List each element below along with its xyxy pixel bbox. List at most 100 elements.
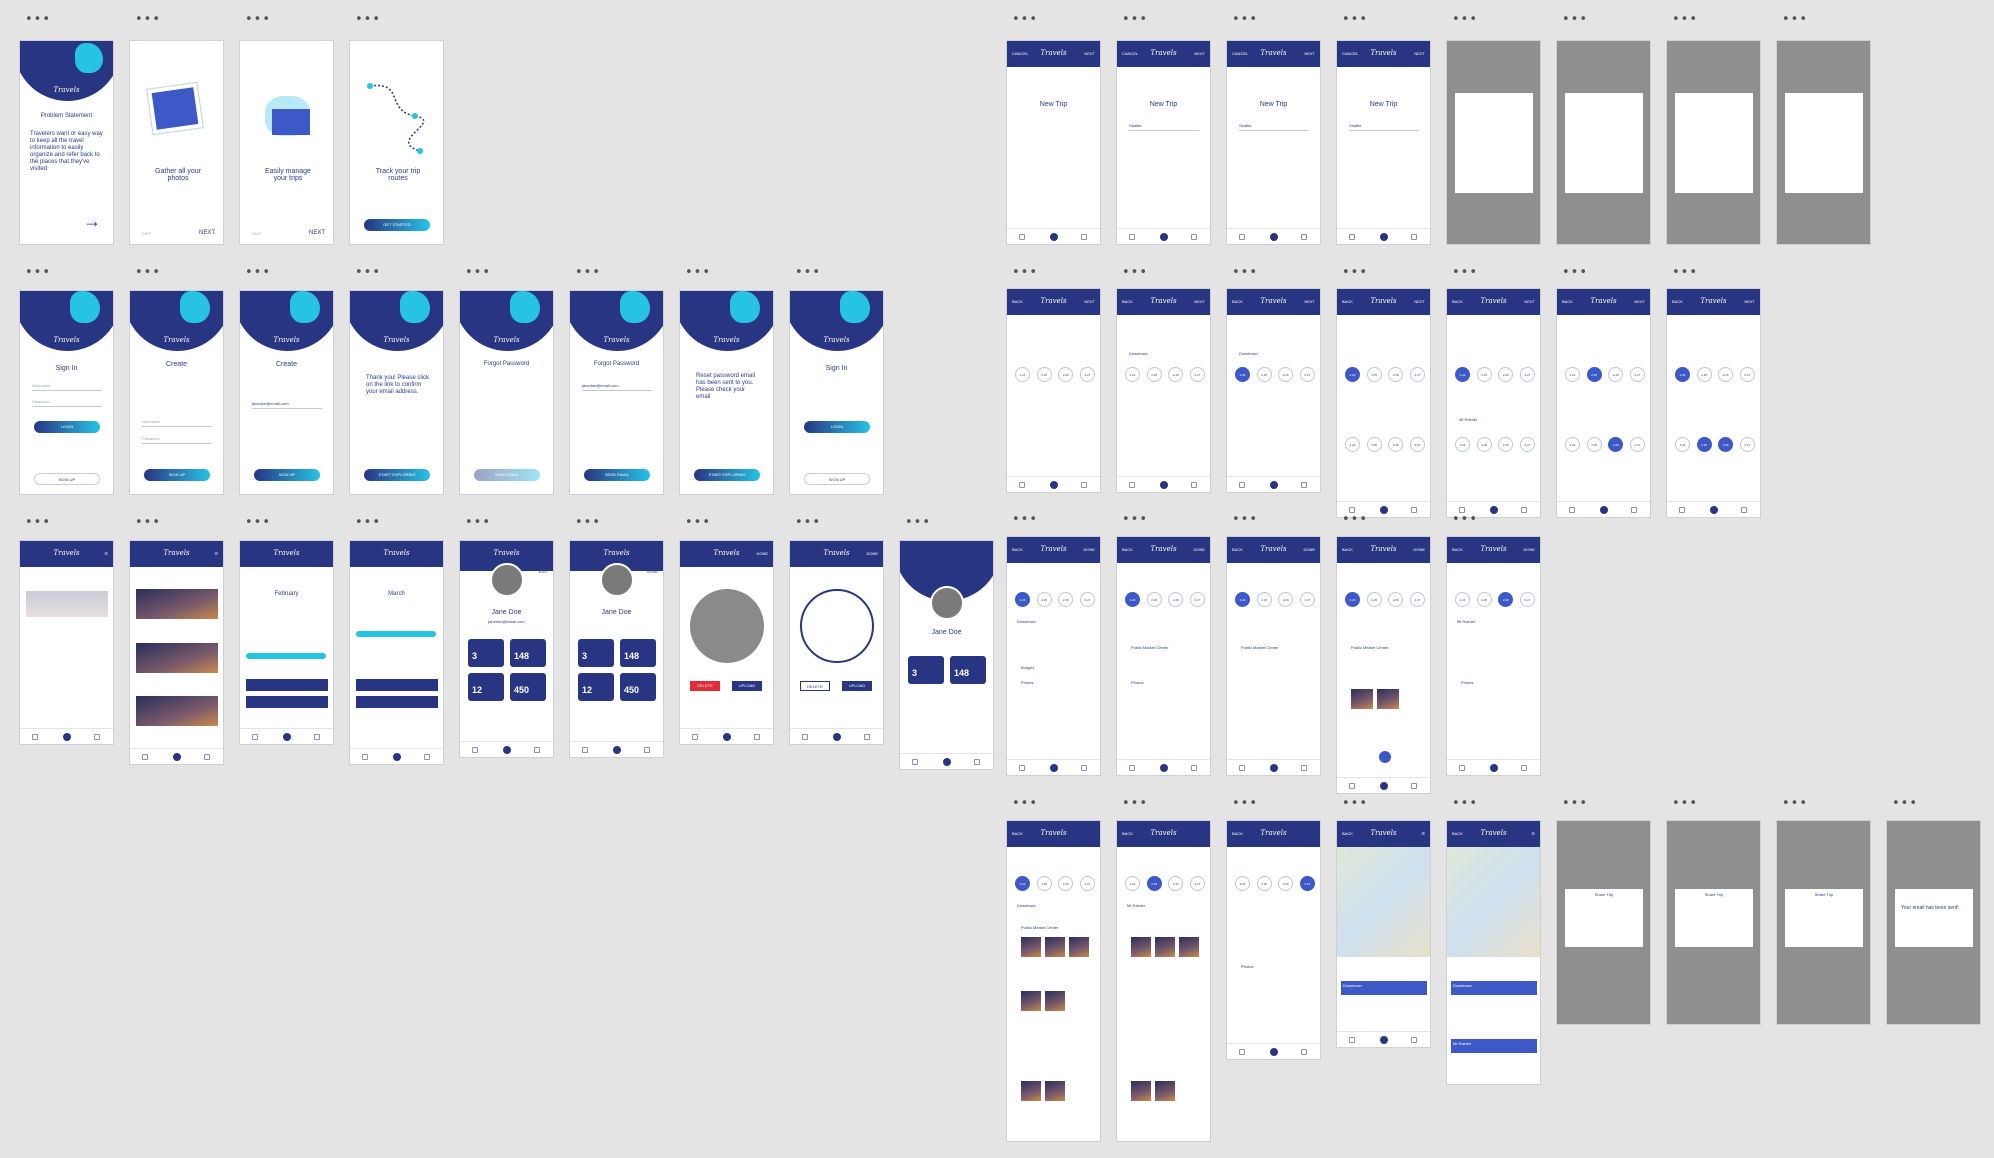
add-icon[interactable] <box>723 733 731 741</box>
artboard-menu-icon[interactable]: ••• <box>1562 796 1588 811</box>
profile-icon[interactable] <box>1521 765 1527 771</box>
destination-field[interactable]: Seattle <box>1239 123 1309 131</box>
profile-icon[interactable] <box>424 754 430 760</box>
artboard-menu-icon[interactable]: ••• <box>1672 12 1698 27</box>
day-chip[interactable]: 2.24 <box>1455 437 1470 452</box>
next-arrow-icon[interactable]: → <box>83 211 101 232</box>
home-icon[interactable] <box>1129 482 1135 488</box>
share-dialog[interactable]: Share Trip <box>1565 889 1643 947</box>
home-icon[interactable] <box>912 759 918 765</box>
day-chip[interactable]: 2.25 <box>1256 367 1272 382</box>
profile-icon[interactable] <box>204 754 210 760</box>
home-icon[interactable] <box>1349 783 1355 789</box>
start-exploring-button[interactable]: START EXPLORING <box>694 469 760 481</box>
add-icon[interactable] <box>1270 764 1278 772</box>
home-icon[interactable] <box>472 747 478 753</box>
day-selector[interactable]: 2.24 2.25 2.26 2.27 <box>1015 592 1095 607</box>
add-icon[interactable] <box>1380 506 1388 514</box>
add-icon[interactable] <box>503 746 511 754</box>
date-picker[interactable] <box>1565 93 1643 193</box>
day-chip[interactable]: 2.24 <box>1345 592 1360 607</box>
profile-icon[interactable] <box>1301 482 1307 488</box>
day-chip[interactable]: 2.27 <box>1629 367 1645 382</box>
day-chip[interactable]: 2.24 <box>1235 367 1250 382</box>
done-link[interactable]: DONE <box>646 569 658 574</box>
profile-icon[interactable] <box>1411 1037 1417 1043</box>
day-selector[interactable]: 2.24 2.25 2.26 2.27 <box>1235 876 1315 891</box>
add-icon[interactable] <box>1270 1048 1278 1056</box>
username-field[interactable]: Username <box>142 419 212 427</box>
day-chip[interactable]: 2.26 <box>1608 367 1624 382</box>
artboard-menu-icon[interactable]: ••• <box>1452 265 1478 280</box>
day-chip[interactable]: 2.25 <box>1476 592 1492 607</box>
day-chip[interactable]: 2.25 <box>1586 367 1602 382</box>
date-picker[interactable] <box>1455 93 1533 193</box>
day-chip[interactable]: 2.25 <box>1476 367 1492 382</box>
day-chip[interactable]: 2.27 <box>1409 592 1425 607</box>
artboard-menu-icon[interactable]: ••• <box>135 12 161 27</box>
menu-icon[interactable]: ☰ <box>214 551 218 556</box>
password-field[interactable]: Password <box>142 436 212 444</box>
home-icon[interactable] <box>1349 234 1355 240</box>
add-icon[interactable] <box>1050 481 1058 489</box>
artboard-menu-icon[interactable]: ••• <box>1342 512 1368 527</box>
day-chip[interactable]: 2.25 <box>1366 437 1382 452</box>
day-selector[interactable]: 2.24 2.25 2.26 2.27 <box>1015 367 1095 382</box>
day-chip[interactable]: 2.27 <box>1079 367 1095 382</box>
profile-icon[interactable] <box>1411 234 1417 240</box>
day-chip[interactable]: 2.25 <box>1366 367 1382 382</box>
day-selector[interactable]: 2.24 2.25 2.26 2.27 <box>1345 367 1425 382</box>
next-link[interactable]: NEXT <box>309 230 325 236</box>
artboard-menu-icon[interactable]: ••• <box>575 265 601 280</box>
artboard-menu-icon[interactable]: ••• <box>1232 12 1258 27</box>
day-chip[interactable]: 2.26 <box>1058 367 1074 382</box>
day-chip[interactable]: 2.26 <box>1608 437 1624 452</box>
day-selector[interactable]: 2.24 2.25 2.26 2.27 <box>1345 437 1425 452</box>
day-chip[interactable]: 2.26 <box>1058 592 1074 607</box>
day-chip[interactable]: 2.25 <box>1696 367 1712 382</box>
add-icon[interactable] <box>1380 782 1388 790</box>
day-selector[interactable]: 2.24 2.25 2.26 2.27 <box>1345 592 1425 607</box>
home-icon[interactable] <box>1129 234 1135 240</box>
artboard-menu-icon[interactable]: ••• <box>1562 12 1588 27</box>
day-selector[interactable]: 2.24 2.25 2.26 2.27 <box>1455 367 1535 382</box>
artboard-menu-icon[interactable]: ••• <box>1672 796 1698 811</box>
day-selector[interactable]: 2.24 2.25 2.26 2.27 <box>1125 876 1205 891</box>
artboard-menu-icon[interactable]: ••• <box>245 12 271 27</box>
day-chip[interactable]: 2.26 <box>1168 592 1184 607</box>
date-picker[interactable] <box>1785 93 1863 193</box>
day-chip[interactable]: 2.27 <box>1299 592 1315 607</box>
home-icon[interactable] <box>582 747 588 753</box>
day-chip[interactable]: 2.24 <box>1675 367 1690 382</box>
artboard-menu-icon[interactable]: ••• <box>1452 12 1478 27</box>
done-link[interactable]: DONE <box>756 551 768 556</box>
date-picker[interactable] <box>1675 93 1753 193</box>
profile-icon[interactable] <box>94 734 100 740</box>
next-link[interactable]: NEXT <box>1414 299 1425 304</box>
artboard-menu-icon[interactable]: ••• <box>795 515 821 530</box>
day-chip[interactable]: 2.26 <box>1498 437 1514 452</box>
day-chip[interactable]: 2.25 <box>1476 437 1492 452</box>
artboard-menu-icon[interactable]: ••• <box>1672 265 1698 280</box>
login-button[interactable]: LOGIN <box>804 421 870 433</box>
profile-icon[interactable] <box>754 734 760 740</box>
list-icon[interactable]: ☰ <box>1531 831 1535 836</box>
day-chip[interactable]: 2.24 <box>1455 367 1470 382</box>
home-icon[interactable] <box>1129 765 1135 771</box>
day-chip[interactable]: 2.27 <box>1629 437 1645 452</box>
next-link[interactable]: NEXT <box>1194 299 1205 304</box>
day-chip[interactable]: 2.26 <box>1718 437 1734 452</box>
done-link[interactable]: DONE <box>1523 547 1535 552</box>
day-chip[interactable]: 2.26 <box>1388 592 1404 607</box>
home-icon[interactable] <box>142 754 148 760</box>
home-icon[interactable] <box>362 754 368 760</box>
day-chip[interactable]: 2.24 <box>1235 592 1250 607</box>
add-icon[interactable] <box>943 758 951 766</box>
home-icon[interactable] <box>1569 507 1575 513</box>
home-icon[interactable] <box>1679 507 1685 513</box>
day-chip[interactable]: 2.27 <box>1299 367 1315 382</box>
add-icon[interactable] <box>393 753 401 761</box>
skip-link[interactable]: SKIP <box>142 231 151 236</box>
profile-icon[interactable] <box>1631 507 1637 513</box>
day-chip[interactable]: 2.25 <box>1036 592 1052 607</box>
